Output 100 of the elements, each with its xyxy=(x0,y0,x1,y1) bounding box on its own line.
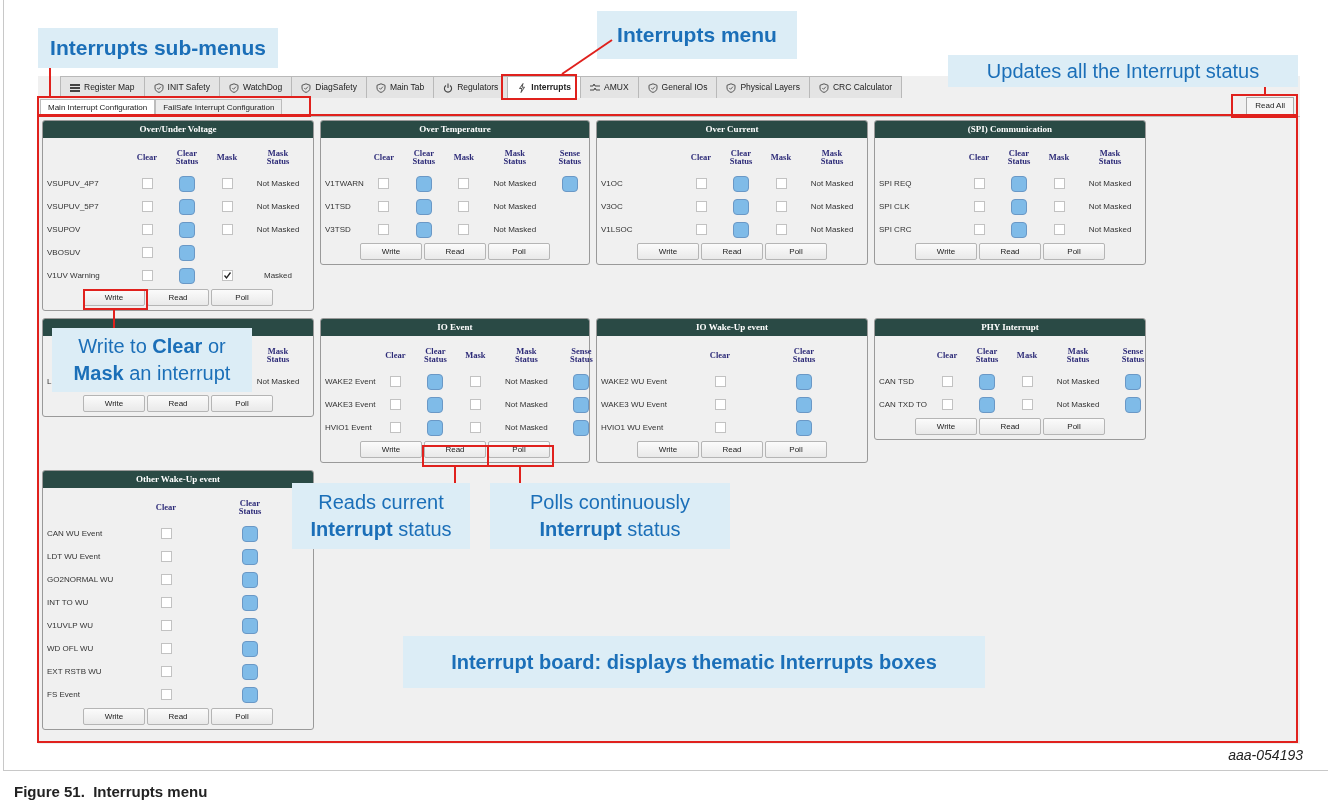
column-header: Clear Status xyxy=(1006,146,1032,168)
panel-button[interactable]: Read xyxy=(979,418,1041,435)
panel-button[interactable]: Poll xyxy=(765,243,827,260)
panel-button[interactable]: Read xyxy=(147,395,209,412)
checkbox[interactable] xyxy=(469,422,481,433)
checkbox[interactable] xyxy=(1053,178,1065,189)
checkbox[interactable] xyxy=(458,201,470,212)
panel-button[interactable]: Write xyxy=(83,395,145,412)
panel-button[interactable]: Write xyxy=(360,441,422,458)
checkbox[interactable] xyxy=(378,201,390,212)
checkbox[interactable] xyxy=(469,399,481,410)
read-all-button[interactable]: Read All xyxy=(1246,97,1294,115)
checkbox[interactable] xyxy=(221,224,233,235)
panel-title: Other Wake-Up event xyxy=(43,471,313,488)
checkbox[interactable] xyxy=(141,201,153,212)
tab[interactable]: Interrupts xyxy=(507,76,581,98)
checkbox[interactable] xyxy=(160,574,172,585)
panel-button[interactable]: Read xyxy=(701,441,763,458)
checkbox[interactable] xyxy=(141,270,153,281)
checkbox[interactable] xyxy=(160,597,172,608)
panel-button[interactable]: Write xyxy=(637,441,699,458)
checkbox[interactable] xyxy=(1053,224,1065,235)
panel-button[interactable]: Write xyxy=(915,418,977,435)
checkbox[interactable] xyxy=(458,178,470,189)
checkbox[interactable] xyxy=(389,399,401,410)
panel-button[interactable]: Read xyxy=(979,243,1041,260)
checkbox[interactable] xyxy=(160,528,172,539)
checkbox[interactable] xyxy=(714,399,726,410)
panel-button[interactable]: Read xyxy=(147,289,209,306)
panel-button[interactable]: Poll xyxy=(211,708,273,725)
checkbox[interactable] xyxy=(695,201,707,212)
status-led xyxy=(427,419,444,436)
checkbox[interactable] xyxy=(458,224,470,235)
status-led xyxy=(979,373,995,390)
checkbox[interactable] xyxy=(141,224,153,235)
row-label: V1UV Warning xyxy=(47,271,100,280)
panel-button[interactable]: Poll xyxy=(488,243,550,260)
tab[interactable]: Main Tab xyxy=(365,76,435,98)
panel-button[interactable]: Poll xyxy=(211,395,273,412)
column-header: Mask xyxy=(465,348,486,362)
checkbox[interactable] xyxy=(695,178,707,189)
checkbox[interactable] xyxy=(389,422,401,433)
checkbox[interactable] xyxy=(941,376,953,387)
checkbox[interactable] xyxy=(378,178,390,189)
tab[interactable]: Regulators xyxy=(433,76,509,98)
checkbox[interactable] xyxy=(378,224,390,235)
panel-button[interactable]: Read xyxy=(424,243,486,260)
checkbox[interactable] xyxy=(973,224,985,235)
checkbox[interactable] xyxy=(160,551,172,562)
checkbox[interactable] xyxy=(1021,399,1033,410)
checkbox[interactable] xyxy=(141,178,153,189)
checkbox[interactable] xyxy=(714,376,726,387)
tab[interactable]: General IOs xyxy=(637,76,718,98)
checkbox[interactable] xyxy=(221,270,233,281)
panel-button[interactable]: Poll xyxy=(1043,243,1105,260)
checkbox[interactable] xyxy=(221,201,233,212)
checkbox[interactable] xyxy=(973,178,985,189)
checkbox[interactable] xyxy=(714,422,726,433)
status-led xyxy=(415,175,432,192)
column-header: Mask Status xyxy=(502,146,528,168)
panel-button[interactable]: Poll xyxy=(1043,418,1105,435)
checkbox[interactable] xyxy=(775,224,787,235)
power-icon xyxy=(443,82,454,93)
panel-button[interactable]: Write xyxy=(915,243,977,260)
panel-title: Over Current xyxy=(597,121,867,138)
panel-button[interactable]: Poll xyxy=(211,289,273,306)
panel-button[interactable]: Poll xyxy=(765,441,827,458)
tab[interactable]: DiagSafety xyxy=(291,76,367,98)
status-led xyxy=(242,617,258,634)
checkbox[interactable] xyxy=(775,201,787,212)
panel-button[interactable]: Write xyxy=(637,243,699,260)
checkbox[interactable] xyxy=(389,376,401,387)
tab[interactable]: CRC Calculator xyxy=(808,76,902,98)
panel-button[interactable]: Read xyxy=(701,243,763,260)
checkbox[interactable] xyxy=(1053,201,1065,212)
checkbox[interactable] xyxy=(141,247,153,258)
checkbox[interactable] xyxy=(695,224,707,235)
checkbox[interactable] xyxy=(221,178,233,189)
panel-button[interactable]: Write xyxy=(83,708,145,725)
checkbox[interactable] xyxy=(160,620,172,631)
row-label: WAKE3 WU Event xyxy=(601,400,667,409)
checkbox[interactable] xyxy=(941,399,953,410)
shield-icon xyxy=(228,82,239,93)
checkbox[interactable] xyxy=(973,201,985,212)
column-header: Mask Status xyxy=(819,146,845,168)
checkbox[interactable] xyxy=(775,178,787,189)
tab[interactable]: AMUX xyxy=(580,76,639,98)
mask-status-text: Not Masked xyxy=(256,375,300,388)
checkbox[interactable] xyxy=(469,376,481,387)
checkbox[interactable] xyxy=(160,643,172,654)
tab[interactable]: Physical Layers xyxy=(716,76,810,98)
column-header: Mask Status xyxy=(1065,344,1091,366)
panel-button[interactable]: Read xyxy=(147,708,209,725)
checkbox[interactable] xyxy=(160,689,172,700)
tab[interactable]: Register Map xyxy=(60,76,145,98)
panel-button[interactable]: Write xyxy=(360,243,422,260)
checkbox[interactable] xyxy=(160,666,172,677)
status-led xyxy=(179,221,195,238)
leader-line xyxy=(113,309,115,329)
checkbox[interactable] xyxy=(1021,376,1033,387)
